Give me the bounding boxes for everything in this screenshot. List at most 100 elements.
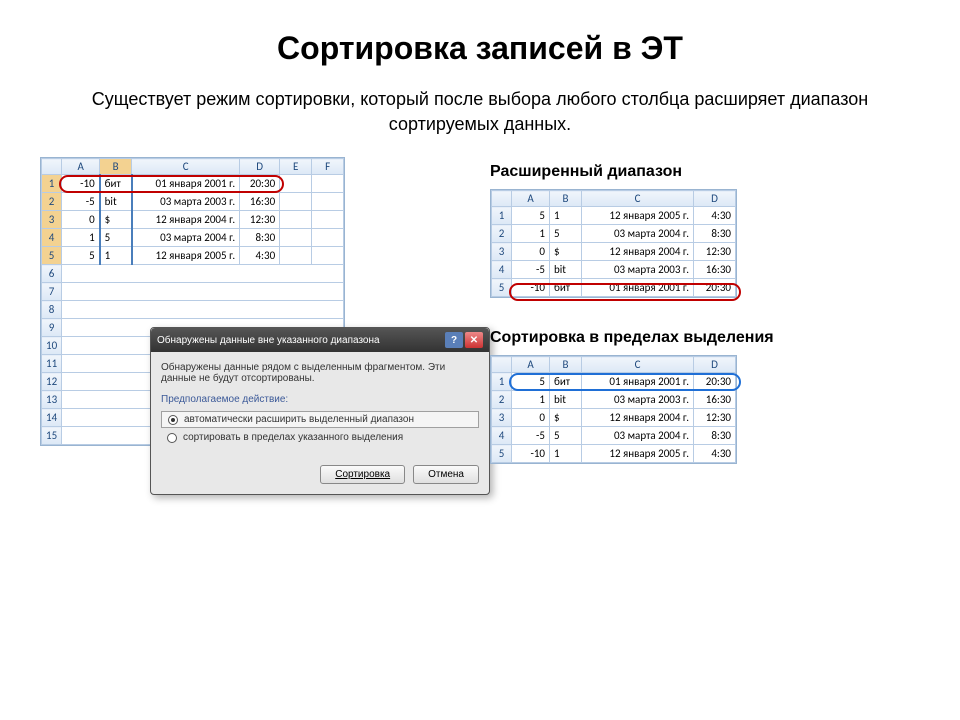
row-header[interactable]: 1 bbox=[492, 207, 512, 225]
cell[interactable]: 01 января 2001 г. bbox=[132, 175, 240, 193]
spreadsheet-within[interactable]: A B C D 15бит01 января 2001 г.20:30 21bi… bbox=[490, 355, 737, 464]
col-header[interactable]: B bbox=[550, 191, 582, 207]
cell[interactable]: 4:30 bbox=[694, 445, 736, 463]
cell[interactable]: bit bbox=[550, 261, 582, 279]
close-icon[interactable]: ✕ bbox=[465, 332, 483, 348]
col-header[interactable]: E bbox=[280, 159, 312, 175]
cell[interactable]: 0 bbox=[512, 409, 550, 427]
cell[interactable]: бит bbox=[550, 279, 582, 297]
row-header[interactable]: 2 bbox=[42, 193, 62, 211]
cell[interactable]: 0 bbox=[512, 243, 550, 261]
cell[interactable] bbox=[312, 247, 344, 265]
cell[interactable]: 03 марта 2004 г. bbox=[582, 225, 694, 243]
cell[interactable]: 5 bbox=[512, 373, 550, 391]
cell[interactable]: $ bbox=[550, 243, 582, 261]
row-header[interactable]: 3 bbox=[42, 211, 62, 229]
row-header[interactable]: 12 bbox=[42, 373, 62, 391]
select-all-cell[interactable] bbox=[492, 357, 512, 373]
col-header[interactable]: C bbox=[132, 159, 240, 175]
cell[interactable]: 5 bbox=[62, 247, 100, 265]
cell[interactable]: 5 bbox=[550, 225, 582, 243]
cell[interactable] bbox=[312, 193, 344, 211]
cell[interactable] bbox=[280, 247, 312, 265]
row-header[interactable]: 9 bbox=[42, 319, 62, 337]
col-header[interactable]: A bbox=[62, 159, 100, 175]
cell[interactable]: 01 января 2001 г. bbox=[582, 373, 694, 391]
cell[interactable]: 03 марта 2003 г. bbox=[582, 391, 694, 409]
cell[interactable]: 20:30 bbox=[694, 373, 736, 391]
cell[interactable] bbox=[62, 283, 344, 301]
cell[interactable]: бит bbox=[550, 373, 582, 391]
cell[interactable] bbox=[312, 175, 344, 193]
col-header[interactable]: F bbox=[312, 159, 344, 175]
help-icon[interactable]: ? bbox=[445, 332, 463, 348]
cell[interactable] bbox=[62, 301, 344, 319]
cell[interactable]: 8:30 bbox=[694, 427, 736, 445]
row-header[interactable]: 13 bbox=[42, 391, 62, 409]
cell[interactable]: bit bbox=[550, 391, 582, 409]
cancel-button[interactable]: Отмена bbox=[413, 465, 479, 484]
cell[interactable]: 12 января 2005 г. bbox=[582, 207, 694, 225]
cell[interactable]: 12:30 bbox=[694, 243, 736, 261]
cell[interactable]: 03 марта 2003 г. bbox=[582, 261, 694, 279]
cell[interactable]: 1 bbox=[512, 225, 550, 243]
cell[interactable]: 4:30 bbox=[694, 207, 736, 225]
col-header[interactable]: D bbox=[694, 191, 736, 207]
row-header[interactable]: 15 bbox=[42, 427, 62, 445]
col-header[interactable]: C bbox=[582, 357, 694, 373]
cell[interactable] bbox=[280, 175, 312, 193]
col-header[interactable]: A bbox=[512, 191, 550, 207]
cell[interactable]: -10 bbox=[512, 445, 550, 463]
row-header[interactable]: 8 bbox=[42, 301, 62, 319]
cell[interactable]: 03 марта 2004 г. bbox=[132, 229, 240, 247]
row-header[interactable]: 4 bbox=[492, 261, 512, 279]
row-header[interactable]: 11 bbox=[42, 355, 62, 373]
spreadsheet-extended[interactable]: A B C D 15112 января 2005 г.4:30 21503 м… bbox=[490, 189, 737, 298]
cell[interactable]: $ bbox=[550, 409, 582, 427]
cell[interactable]: -5 bbox=[62, 193, 100, 211]
row-header[interactable]: 5 bbox=[492, 279, 512, 297]
cell[interactable] bbox=[280, 211, 312, 229]
row-header[interactable]: 4 bbox=[42, 229, 62, 247]
select-all-cell[interactable] bbox=[492, 191, 512, 207]
cell[interactable]: 12:30 bbox=[694, 409, 736, 427]
row-header[interactable]: 2 bbox=[492, 391, 512, 409]
cell[interactable] bbox=[280, 229, 312, 247]
col-header[interactable]: B bbox=[550, 357, 582, 373]
col-header[interactable]: D bbox=[694, 357, 736, 373]
cell[interactable]: 1 bbox=[62, 229, 100, 247]
cell[interactable]: 12 января 2005 г. bbox=[582, 445, 694, 463]
row-header[interactable]: 5 bbox=[492, 445, 512, 463]
cell[interactable]: 12:30 bbox=[240, 211, 280, 229]
row-header[interactable]: 5 bbox=[42, 247, 62, 265]
cell[interactable]: bit bbox=[100, 193, 132, 211]
cell[interactable]: 1 bbox=[100, 247, 132, 265]
radio-expand-selection[interactable]: автоматически расширить выделенный диапа… bbox=[161, 411, 479, 428]
cell[interactable]: 5 bbox=[512, 207, 550, 225]
cell[interactable]: 03 марта 2004 г. bbox=[582, 427, 694, 445]
cell[interactable]: 12 января 2005 г. bbox=[132, 247, 240, 265]
row-header[interactable]: 3 bbox=[492, 409, 512, 427]
col-header[interactable]: D bbox=[240, 159, 280, 175]
cell[interactable]: -10 bbox=[512, 279, 550, 297]
cell[interactable]: 1 bbox=[550, 445, 582, 463]
cell[interactable]: 0 bbox=[62, 211, 100, 229]
col-header[interactable]: A bbox=[512, 357, 550, 373]
cell[interactable]: -5 bbox=[512, 261, 550, 279]
cell[interactable]: -10 bbox=[62, 175, 100, 193]
cell[interactable]: 16:30 bbox=[240, 193, 280, 211]
cell[interactable]: 4:30 bbox=[240, 247, 280, 265]
row-header[interactable]: 3 bbox=[492, 243, 512, 261]
cell[interactable] bbox=[312, 211, 344, 229]
cell[interactable]: 12 января 2004 г. bbox=[582, 409, 694, 427]
cell[interactable] bbox=[62, 265, 344, 283]
cell[interactable]: 12 января 2004 г. bbox=[582, 243, 694, 261]
cell[interactable]: 16:30 bbox=[694, 261, 736, 279]
cell[interactable]: 01 января 2001 г. bbox=[582, 279, 694, 297]
row-header[interactable]: 2 bbox=[492, 225, 512, 243]
radio-sort-within[interactable]: сортировать в пределах указанного выделе… bbox=[161, 430, 479, 445]
select-all-cell[interactable] bbox=[42, 159, 62, 175]
cell[interactable]: 8:30 bbox=[240, 229, 280, 247]
row-header[interactable]: 1 bbox=[42, 175, 62, 193]
cell[interactable] bbox=[280, 193, 312, 211]
